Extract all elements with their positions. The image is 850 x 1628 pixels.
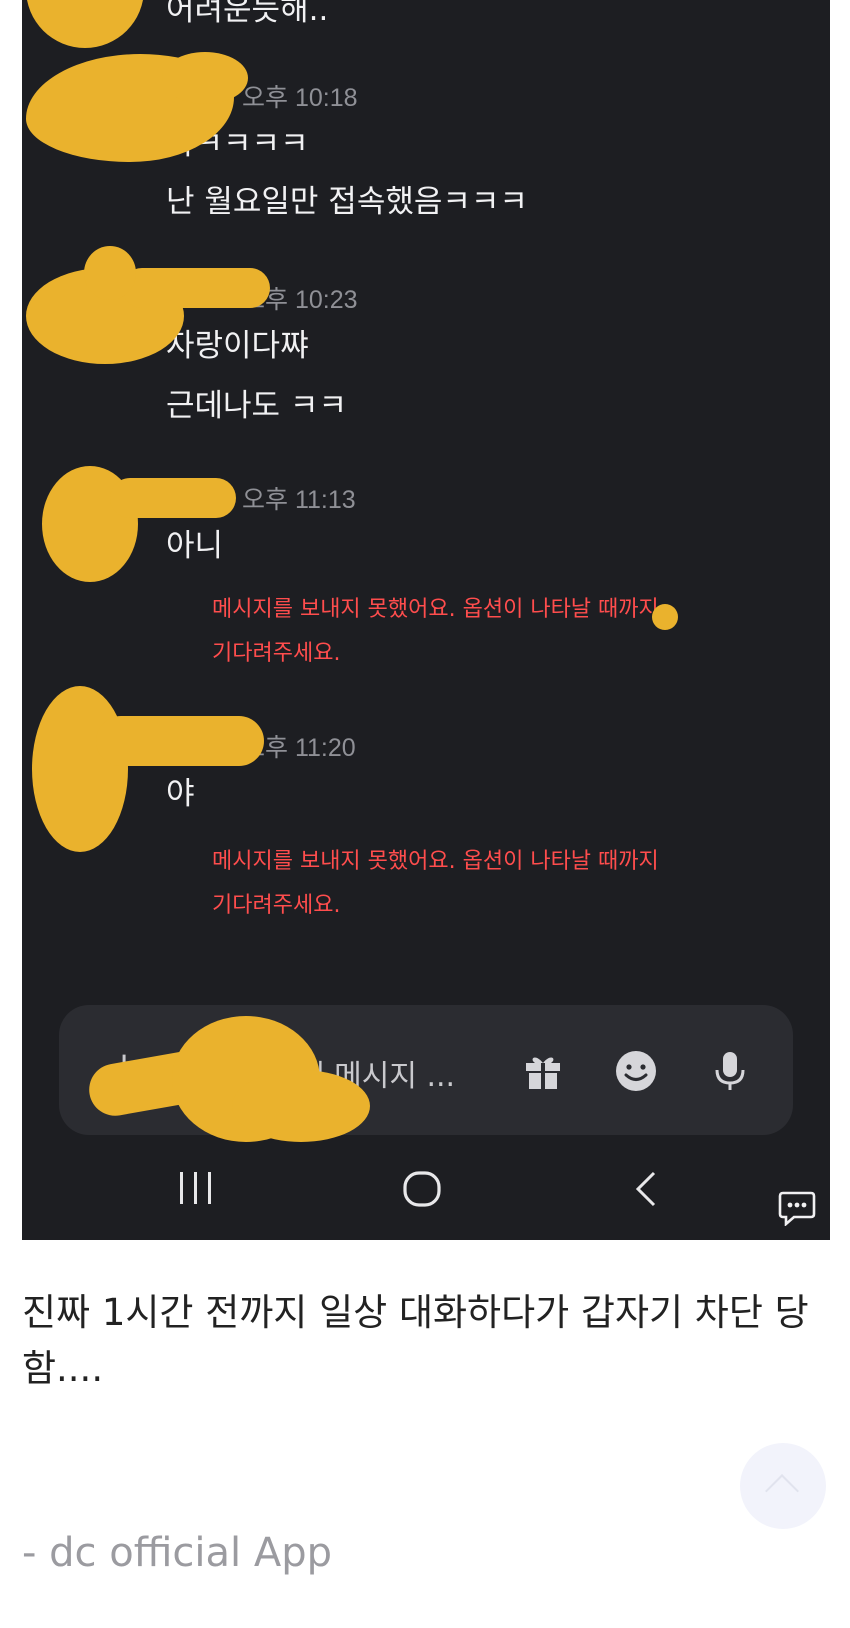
censor-mark [26,0,144,48]
censor-mark [84,246,136,300]
message-text: 근데나도 ㅋㅋ [166,388,347,424]
chevron-up-icon [765,1474,799,1508]
chat-bubble-icon[interactable] [778,1190,816,1227]
message-text: 자랑이다쨔 [166,328,309,364]
partial-message: 어려운듯해.. [166,0,329,28]
home-icon[interactable] [402,1170,442,1212]
message-time: 오후 10:18 [242,84,358,112]
message-text: 야 [166,776,195,812]
send-error-message: 메시지를 보내지 못했어요. 옵션이 나타날 때까지 기다려주세요. [212,840,659,928]
back-icon[interactable] [632,1170,660,1212]
censor-mark [110,478,236,518]
post-caption: 진짜 1시간 전까지 일상 대화하다가 갑자기 차단 당함.... [22,1291,809,1390]
post-signature: - dc official App [22,1530,332,1576]
send-error-message: 메시지를 보내지 못했어요. 옵션이 나타날 때까지 기다려주세요. [212,588,659,676]
message-text: 난 월요일만 접속했음ㅋㅋㅋ [166,184,528,220]
censor-mark [232,1070,370,1142]
message-time: 오후 11:13 [242,486,356,514]
error-line: 기다려주세요. [212,893,341,918]
censor-mark [32,686,128,852]
censor-mark [162,52,248,104]
message-text: 아니 [166,528,224,564]
error-line: 기다려주세요. [212,641,341,666]
emoji-icon[interactable] [614,1049,658,1093]
chat-screenshot: 어려운듯해.. 오후 10:18 하ㅋㅋㅋㅋ 난 월요일만 접속했음ㅋㅋㅋ 오후… [22,0,830,1240]
microphone-icon[interactable] [708,1049,752,1093]
censor-mark [122,268,270,308]
censor-mark [652,604,678,630]
error-line: 메시지를 보내지 못했어요. 옵션이 나타날 때까지 [212,849,659,874]
recent-apps-icon[interactable] [177,1170,215,1210]
scroll-to-top-button[interactable] [740,1443,826,1529]
gift-icon[interactable] [521,1049,565,1093]
censor-mark [96,716,264,766]
error-line: 메시지를 보내지 못했어요. 옵션이 나타날 때까지 [212,597,659,622]
